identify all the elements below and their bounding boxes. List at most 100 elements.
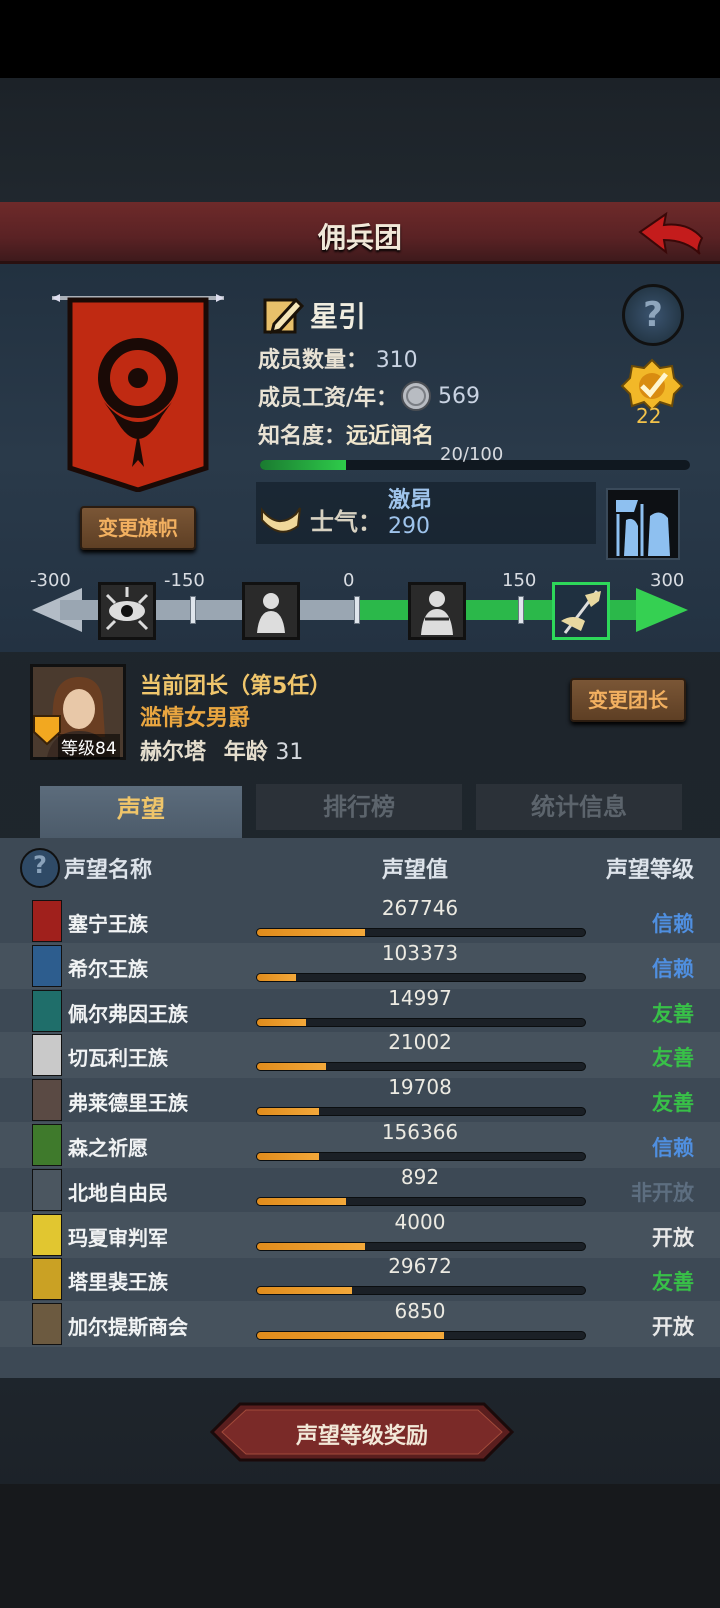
- reputation-value: 267746: [381, 896, 459, 920]
- inspired-banner-icon[interactable]: [552, 582, 610, 640]
- reputation-progress-bar: [256, 1241, 586, 1251]
- reputation-progress-fill: [257, 973, 297, 981]
- reputation-progress-fill: [257, 1153, 320, 1160]
- reputation-progress-bar: [256, 1152, 586, 1161]
- fame-progress-fill: [260, 460, 346, 470]
- reputation-progress-fill: [257, 1018, 307, 1026]
- table-row[interactable]: 塔里裴王族 29672 友善: [0, 1254, 720, 1302]
- faction-name: 希尔王族: [68, 956, 148, 981]
- reputation-value: 156366: [381, 1120, 459, 1144]
- leader-level: 等级84: [58, 734, 120, 759]
- header-name: 声望名称: [64, 858, 153, 883]
- faction-crest-icon: [32, 989, 62, 1032]
- faction-name: 玛夏审判军: [68, 1225, 168, 1250]
- war-horn-icon: [261, 507, 301, 533]
- member-count-row: 成员数量： 310: [258, 342, 418, 374]
- reputation-progress-fill: [257, 1242, 366, 1250]
- salary-value: 569: [438, 383, 481, 409]
- silver-coin-icon: [401, 381, 432, 411]
- fame-row: 知名度：远近闻名: [258, 418, 434, 450]
- morale-label: 士气：: [310, 508, 382, 536]
- table-row[interactable]: 希尔王族 103373 信赖: [0, 941, 720, 989]
- medal-count: 22: [636, 404, 662, 428]
- table-row[interactable]: 弗莱德里王族 19708 友善: [0, 1075, 720, 1123]
- faction-name: 塞宁王族: [68, 912, 148, 936]
- scale-separator: [518, 596, 524, 624]
- member-count-label: 成员数量：: [258, 348, 369, 373]
- leader-age-label: 年龄: [223, 740, 268, 765]
- leader-age: 31: [275, 740, 304, 765]
- change-leader-button[interactable]: 变更团长: [570, 678, 686, 722]
- guild-name-row: 星引: [262, 292, 366, 338]
- faction-name: 北地自由民: [68, 1180, 168, 1205]
- guild-banner-icon: [52, 294, 224, 492]
- header-bar: 佣兵团: [0, 202, 720, 264]
- reputation-progress-bar: [256, 1062, 586, 1072]
- table-row[interactable]: 森之祈愿 156366 信赖: [0, 1120, 720, 1168]
- fame-title: 远近闻名: [346, 424, 435, 449]
- reputation-level: 友善: [652, 1091, 694, 1116]
- scale-separator: [190, 596, 196, 624]
- reputation-progress-bar: [256, 1017, 586, 1027]
- faction-name: 切瓦利王族: [68, 1046, 168, 1071]
- faction-crest-icon: [32, 1124, 62, 1166]
- tab-ranking[interactable]: 排行榜: [256, 784, 462, 830]
- scale-arrow-right: [636, 588, 688, 632]
- tab-reputation[interactable]: 声望: [40, 786, 242, 838]
- table-row[interactable]: 佩尔弗因王族 14997 友善: [0, 985, 720, 1034]
- faction-name: 塔里裴王族: [68, 1270, 168, 1295]
- reputation-table: ? 声望名称 声望值 声望等级 塞宁王族 267746 信赖 希尔王族 103373 信赖…: [0, 838, 720, 1378]
- faction-crest-icon: [32, 1034, 62, 1077]
- reputation-level: 友善: [652, 1270, 694, 1295]
- reputation-progress-fill: [257, 1063, 326, 1071]
- army-icon[interactable]: [606, 488, 680, 560]
- tick-label: 150: [502, 570, 537, 591]
- table-row[interactable]: 北地自由民 892 非开放: [0, 1164, 720, 1213]
- table-help-button[interactable]: ?: [20, 848, 60, 888]
- reputation-value: 14997: [388, 985, 452, 1010]
- reward-button-label: 声望等级奖励: [295, 1424, 428, 1449]
- despair-icon[interactable]: [242, 582, 300, 640]
- table-row[interactable]: 切瓦利王族 21002 友善: [0, 1030, 720, 1079]
- back-arrow-icon[interactable]: [636, 210, 706, 258]
- edit-name-icon[interactable]: [262, 294, 304, 336]
- bottom-area: [0, 1484, 720, 1608]
- calm-icon[interactable]: [408, 582, 466, 640]
- reputation-level: 友善: [652, 1001, 694, 1026]
- reputation-level: 友善: [652, 1046, 694, 1071]
- page-title: 佣兵团: [317, 221, 402, 254]
- help-icon: ?: [643, 295, 663, 335]
- tick-label: -150: [164, 570, 205, 591]
- morale-value: 290: [388, 514, 430, 539]
- morale-state: 激昂: [388, 488, 433, 513]
- change-banner-button[interactable]: 变更旗帜: [80, 506, 196, 550]
- reputation-progress-bar: [256, 1331, 586, 1341]
- guild-name: 星引: [310, 300, 367, 333]
- faction-name: 森之祈愿: [68, 1136, 148, 1160]
- tab-statistics[interactable]: 统计信息: [476, 784, 682, 830]
- faction-name: 弗莱德里王族: [68, 1091, 188, 1116]
- faction-name: 加尔提斯商会: [68, 1315, 188, 1340]
- fame-progress-text: 20/100: [440, 444, 504, 465]
- status-bar: [0, 0, 720, 78]
- header-value: 声望值: [382, 858, 449, 883]
- reputation-progress-bar: [256, 928, 586, 937]
- table-row[interactable]: 塞宁王族 267746 信赖: [0, 896, 720, 944]
- reputation-progress-fill: [257, 1197, 346, 1205]
- fame-label: 知名度：: [258, 424, 347, 449]
- faction-crest-icon: [32, 900, 62, 942]
- salary-row: 成员工资/年： 569: [258, 380, 480, 412]
- evil-eye-icon[interactable]: [98, 582, 156, 640]
- scale-separator: [354, 596, 360, 624]
- faction-crest-icon: [32, 1079, 62, 1122]
- leader-panel: 等级84 当前团长（第5任） 滥情女男爵 赫尔塔 年龄 31 变更团长: [0, 660, 720, 766]
- help-button[interactable]: ?: [622, 284, 684, 346]
- reputation-value: 892: [400, 1164, 440, 1189]
- salary-label: 成员工资/年：: [258, 386, 399, 411]
- guild-info-panel: 变更旗帜 星引 成员数量： 310 成员工资/年： 569 知名度：远近闻名 2…: [0, 264, 720, 652]
- tick-label: 0: [343, 570, 355, 591]
- table-row[interactable]: 玛夏审判军 4000 开放: [0, 1210, 720, 1258]
- check-medal-icon[interactable]: [620, 358, 684, 410]
- help-icon: ?: [33, 851, 47, 879]
- table-row[interactable]: 加尔提斯商会 6850 开放: [0, 1299, 720, 1348]
